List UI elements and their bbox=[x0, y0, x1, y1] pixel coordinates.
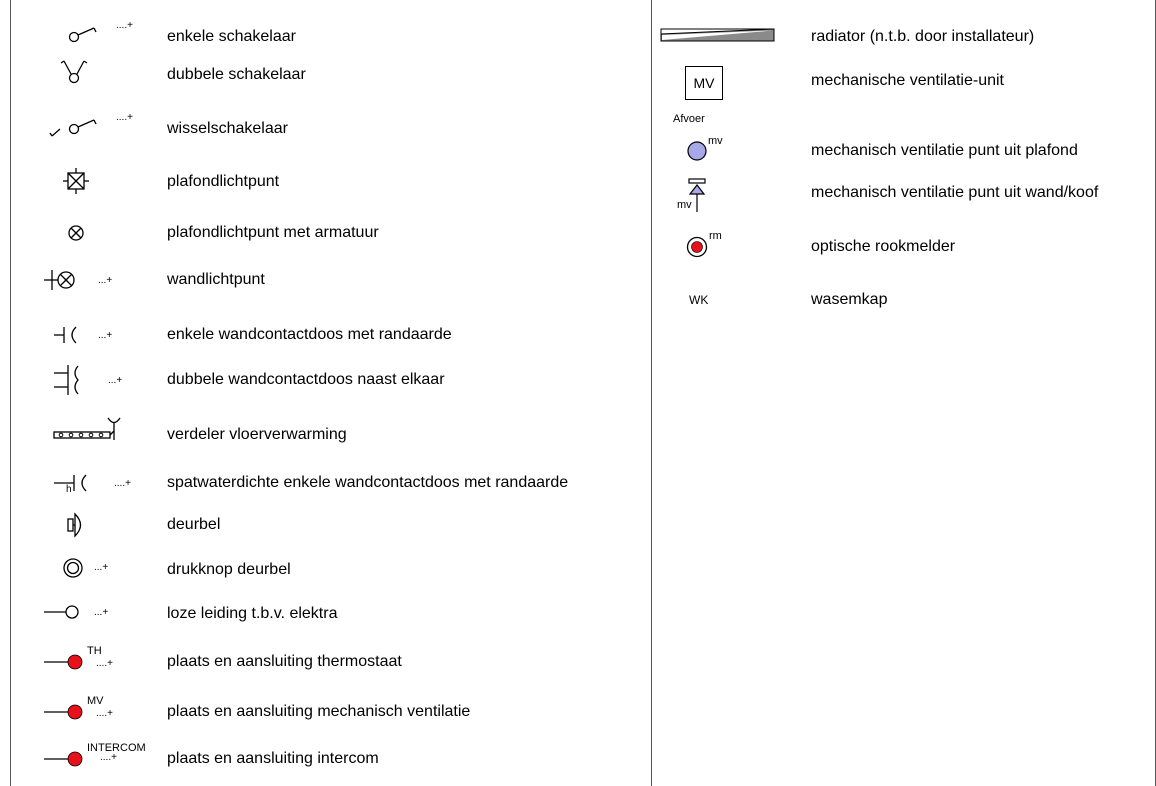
wall-light-point-label: wandlichtpunt bbox=[167, 271, 265, 288]
legend-row-single-socket: ...+ enkele wandcontactdoos met randaard… bbox=[0, 318, 650, 352]
doorbell-label: deurbel bbox=[167, 516, 221, 533]
ceiling-vent-tag: mv bbox=[708, 135, 723, 147]
legend-row-intercom: INTERCOM ....+ plaats en aansluiting int… bbox=[0, 742, 650, 776]
intercom-label: plaats en aansluiting intercom bbox=[167, 750, 379, 767]
wall-vent-point-label: mechanisch ventilatie punt uit wand/koof bbox=[811, 184, 1099, 201]
doorbell-button-suffix: ...+ bbox=[94, 562, 109, 573]
radiator-label: radiator (n.t.b. door installateur) bbox=[811, 28, 1035, 45]
cooker-hood-code: WK bbox=[689, 293, 709, 307]
changeover-switch-icon: ....+ bbox=[49, 112, 170, 146]
legend-row-double-socket: ...+ dubbele wandcontactdoos naast elkaa… bbox=[0, 363, 650, 397]
smoke-detector-label: optische rookmelder bbox=[811, 238, 956, 255]
legend-row-wall-vent-point: mv mechanisch ventilatie punt uit wand/k… bbox=[651, 176, 1155, 216]
ventilation-tag: MV bbox=[87, 695, 104, 707]
ceiling-light-point-icon bbox=[60, 165, 180, 199]
single-switch-icon: ....+ bbox=[60, 20, 180, 54]
thermostat-label: plaats en aansluiting thermostaat bbox=[167, 653, 402, 670]
splashproof-socket-icon: h ....+ bbox=[54, 466, 174, 500]
empty-conduit-suffix: ...+ bbox=[94, 607, 109, 618]
legend-row-thermostat: TH ....+ plaats en aansluiting thermosta… bbox=[0, 645, 650, 679]
changeover-switch-suffix: ....+ bbox=[116, 112, 133, 123]
doorbell-icon bbox=[60, 508, 180, 542]
ceiling-light-point-label: plafondlichtpunt bbox=[167, 173, 280, 190]
wall-vent-point-icon: mv bbox=[673, 176, 793, 216]
single-switch-label: enkele schakelaar bbox=[167, 28, 296, 45]
ventilation-connection-icon: MV ....+ bbox=[44, 695, 164, 729]
legend-row-doorbell-button: ...+ drukknop deurbel bbox=[0, 553, 650, 587]
legend-frame: ....+ enkele schakelaar dubbele schakela… bbox=[0, 0, 1156, 786]
ventilation-unit-box: MV bbox=[685, 66, 723, 100]
smoke-detector-tag: rm bbox=[709, 230, 722, 242]
ventilation-unit-label: mechanische ventilatie-unit bbox=[811, 72, 1004, 89]
floor-heating-manifold-label: verdeler vloerverwarming bbox=[167, 426, 347, 443]
single-socket-icon: ...+ bbox=[54, 318, 174, 352]
wall-light-point-icon: ...+ bbox=[44, 263, 164, 297]
legend-row-ceiling-light-point: plafondlichtpunt bbox=[0, 165, 650, 199]
wall-vent-tag: mv bbox=[677, 199, 692, 211]
ventilation-suffix: ....+ bbox=[96, 708, 113, 719]
splashproof-socket-suffix: ....+ bbox=[114, 478, 131, 489]
legend-row-single-switch: ....+ enkele schakelaar bbox=[0, 20, 650, 54]
thermostat-tag: TH bbox=[87, 645, 102, 657]
cooker-hood-icon: WK bbox=[689, 283, 809, 317]
double-socket-suffix: ...+ bbox=[108, 375, 123, 386]
legend-row-cooker-hood: WK wasemkap bbox=[651, 283, 1155, 317]
empty-conduit-icon: ...+ bbox=[44, 597, 164, 631]
splashproof-marker: h bbox=[66, 484, 72, 495]
legend-row-double-switch: dubbele schakelaar bbox=[0, 58, 650, 92]
splashproof-socket-label: spatwaterdichte enkele wandcontactdoos m… bbox=[167, 474, 569, 491]
legend-row-empty-conduit: ...+ loze leiding t.b.v. elektra bbox=[0, 597, 650, 631]
double-switch-label: dubbele schakelaar bbox=[167, 66, 306, 83]
legend-row-changeover-switch: ....+ wisselschakelaar bbox=[0, 112, 650, 146]
changeover-switch-label: wisselschakelaar bbox=[167, 120, 288, 137]
empty-conduit-label: loze leiding t.b.v. elektra bbox=[167, 605, 338, 622]
floor-heating-manifold-icon bbox=[53, 417, 174, 452]
cooker-hood-label: wasemkap bbox=[811, 291, 888, 308]
ceiling-light-fixture-label: plafondlichtpunt met armatuur bbox=[167, 224, 379, 241]
double-socket-icon: ...+ bbox=[54, 363, 174, 397]
legend-row-ventilation-unit: MV mechanische ventilatie-unit bbox=[651, 66, 1155, 106]
legend-row-smoke-detector: rm optische rookmelder bbox=[651, 230, 1155, 264]
thermostat-suffix: ....+ bbox=[96, 658, 113, 669]
legend-row-splashproof-socket: h ....+ spatwaterdichte enkele wandconta… bbox=[0, 466, 650, 500]
ceiling-vent-point-label: mechanisch ventilatie punt uit plafond bbox=[811, 142, 1078, 159]
legend-row-doorbell: deurbel bbox=[0, 508, 650, 542]
legend-row-radiator: radiator (n.t.b. door installateur) bbox=[651, 20, 1155, 54]
radiator-icon bbox=[660, 20, 781, 54]
ventilation-unit-icon: MV bbox=[685, 66, 805, 106]
intercom-suffix: ....+ bbox=[100, 752, 117, 763]
legend-row-ceiling-vent-point: Afvoer mv mechanisch ventilatie punt uit… bbox=[651, 113, 1155, 163]
doorbell-button-label: drukknop deurbel bbox=[167, 561, 291, 578]
legend-row-wall-light-point: ...+ wandlichtpunt bbox=[0, 263, 650, 297]
double-socket-label: dubbele wandcontactdoos naast elkaar bbox=[167, 371, 445, 388]
single-switch-suffix: ....+ bbox=[116, 20, 133, 31]
double-switch-icon bbox=[60, 58, 180, 92]
single-socket-label: enkele wandcontactdoos met randaarde bbox=[167, 326, 452, 343]
thermostat-connection-icon: TH ....+ bbox=[44, 645, 164, 679]
wall-light-point-suffix: ...+ bbox=[98, 275, 113, 286]
legend-row-ceiling-light-fixture: plafondlichtpunt met armatuur bbox=[0, 216, 650, 250]
doorbell-button-icon: ...+ bbox=[60, 553, 180, 587]
single-socket-suffix: ...+ bbox=[98, 330, 113, 341]
legend-row-floor-heating-manifold: verdeler vloerverwarming bbox=[0, 417, 650, 452]
ceiling-vent-point-icon: Afvoer mv bbox=[673, 113, 793, 163]
ceiling-light-fixture-icon bbox=[60, 216, 180, 250]
legend-row-ventilation-connection: MV ....+ plaats en aansluiting mechanisc… bbox=[0, 695, 650, 729]
intercom-connection-icon: INTERCOM ....+ bbox=[44, 742, 164, 776]
ventilation-connection-label: plaats en aansluiting mechanisch ventila… bbox=[167, 703, 471, 720]
smoke-detector-icon: rm bbox=[673, 230, 793, 264]
